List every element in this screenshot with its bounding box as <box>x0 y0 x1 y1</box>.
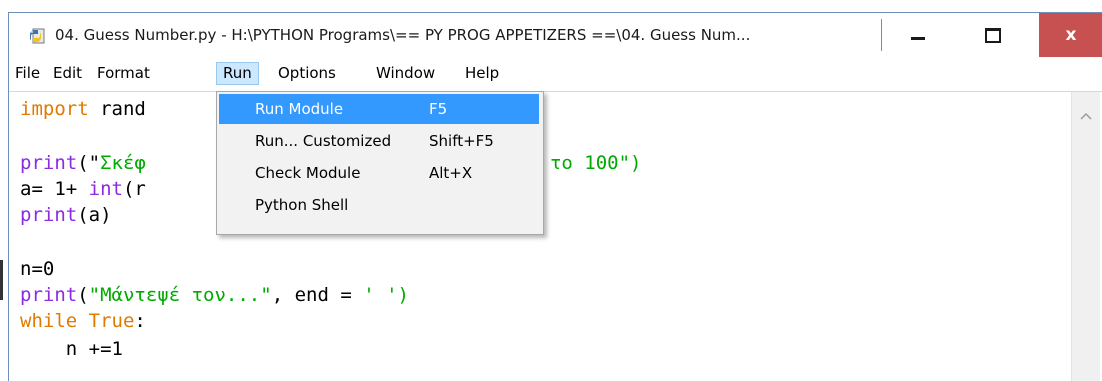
menu-item-label: Run Module <box>255 100 344 118</box>
code-builtin: int <box>88 178 123 200</box>
minimize-button[interactable] <box>889 13 945 57</box>
code-line-10: n +=1 <box>20 336 123 362</box>
close-button[interactable]: x <box>1039 13 1102 57</box>
menu-item-shortcut: Alt+X <box>429 164 473 182</box>
python-shell-item[interactable]: Python Shell <box>219 190 539 220</box>
close-icon: x <box>1065 25 1077 45</box>
code-string: ' ') <box>363 284 409 306</box>
code-editor[interactable]: import rand print("Σκέφ το 1 ως το 100")… <box>9 92 1102 381</box>
code-text: n +=1 <box>20 338 123 360</box>
code-line-3: print("Σκέφ <box>20 150 146 176</box>
menu-options[interactable]: Options <box>272 62 342 85</box>
scroll-up-arrow-icon[interactable] <box>1080 106 1092 120</box>
title-divider <box>881 19 882 51</box>
code-text: rand <box>88 98 146 120</box>
code-line-7: n=0 <box>20 256 54 282</box>
menu-format[interactable]: Format <box>91 62 156 85</box>
code-text: (r <box>122 178 146 200</box>
menu-help[interactable]: Help <box>459 62 505 85</box>
menu-window[interactable]: Window <box>370 62 441 85</box>
window-edge-mark <box>0 260 3 300</box>
code-keyword: True <box>88 310 135 332</box>
minimize-icon <box>911 37 925 40</box>
run-menu-dropdown: Run Module F5 Run... Customized Shift+F5… <box>216 91 544 235</box>
title-bar[interactable]: 04. Guess Number.py - H:\PYTHON Programs… <box>9 13 1102 57</box>
maximize-button[interactable] <box>963 13 1019 57</box>
code-builtin: print <box>20 152 78 174</box>
menu-item-label: Check Module <box>255 164 361 182</box>
code-string: Σκέφ <box>100 152 146 174</box>
menu-item-label: Run... Customized <box>255 132 392 150</box>
check-module-item[interactable]: Check Module Alt+X <box>219 158 539 188</box>
code-text: (" <box>77 152 101 174</box>
code-text: , end = <box>271 284 364 306</box>
menu-file[interactable]: File <box>9 62 46 85</box>
code-text: ( <box>77 284 89 306</box>
run-module-item[interactable]: Run Module F5 <box>219 94 539 124</box>
code-text: : <box>134 310 146 332</box>
menu-run[interactable]: Run <box>216 62 259 85</box>
code-line-1: import rand <box>20 96 146 122</box>
code-keyword: while <box>20 310 78 332</box>
menu-edit[interactable]: Edit <box>47 62 88 85</box>
code-builtin: print <box>20 284 78 306</box>
code-text: n=0 <box>20 258 55 280</box>
vertical-scrollbar[interactable] <box>1071 92 1100 381</box>
menu-item-label: Python Shell <box>255 196 349 214</box>
maximize-icon <box>985 28 1001 43</box>
code-line-5: print(a) <box>20 202 112 228</box>
run-customized-item[interactable]: Run... Customized Shift+F5 <box>219 126 539 156</box>
menu-item-shortcut: F5 <box>429 100 448 118</box>
code-line-9: while True: <box>20 308 146 334</box>
code-string: "Μάντεψέ τον..." <box>88 284 272 306</box>
code-keyword: import <box>20 98 89 120</box>
python-file-icon <box>27 26 47 46</box>
code-line-4: a= 1+ int(r <box>20 176 146 202</box>
menu-item-shortcut: Shift+F5 <box>429 132 494 150</box>
code-builtin: print <box>20 204 78 226</box>
code-line-8: print("Μάντεψέ τον...", end = ' ') <box>20 282 409 308</box>
idle-editor-window: 04. Guess Number.py - H:\PYTHON Programs… <box>8 12 1102 381</box>
code-text: (a) <box>77 204 112 226</box>
menu-bar: File Edit Format Run Options Window Help <box>9 57 1102 92</box>
window-title: 04. Guess Number.py - H:\PYTHON Programs… <box>55 26 751 44</box>
code-text: a= 1+ <box>20 178 89 200</box>
